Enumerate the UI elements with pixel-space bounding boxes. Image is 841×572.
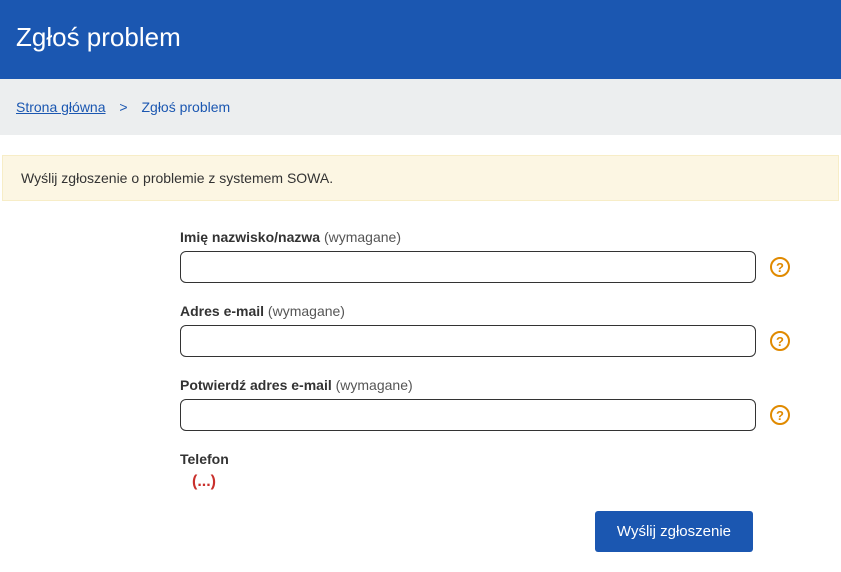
breadcrumb-home-link[interactable]: Strona główna (16, 99, 106, 115)
breadcrumb-separator: > (119, 99, 127, 115)
label-email-confirm: Potwierdź adres e-mail (wymagane) (180, 377, 839, 393)
name-input[interactable] (180, 251, 756, 283)
breadcrumb-current: Zgłoś problem (141, 99, 230, 115)
help-icon[interactable]: ? (770, 405, 790, 425)
page-header: Zgłoś problem (0, 0, 841, 79)
help-icon[interactable]: ? (770, 331, 790, 351)
main-content: Wyślij zgłoszenie o problemie z systemem… (0, 155, 841, 572)
field-email: Adres e-mail (wymagane) ? (180, 303, 839, 357)
email-confirm-input[interactable] (180, 399, 756, 431)
breadcrumb: Strona główna > Zgłoś problem (0, 79, 841, 135)
info-alert: Wyślij zgłoszenie o problemie z systemem… (2, 155, 839, 201)
phone-collapsed-indicator[interactable]: (...) (192, 473, 839, 491)
label-email: Adres e-mail (wymagane) (180, 303, 839, 319)
field-phone: Telefon (...) (180, 451, 839, 491)
submit-button[interactable]: Wyślij zgłoszenie (595, 511, 753, 552)
field-email-confirm: Potwierdź adres e-mail (wymagane) ? (180, 377, 839, 431)
field-name: Imię nazwisko/nazwa (wymagane) ? (180, 229, 839, 283)
email-input[interactable] (180, 325, 756, 357)
label-phone: Telefon (180, 451, 839, 467)
page-title: Zgłoś problem (16, 22, 825, 53)
help-icon[interactable]: ? (770, 257, 790, 277)
form-area: Imię nazwisko/nazwa (wymagane) ? Adres e… (2, 229, 839, 572)
submit-row: Wyślij zgłoszenie (180, 511, 839, 552)
label-name: Imię nazwisko/nazwa (wymagane) (180, 229, 839, 245)
